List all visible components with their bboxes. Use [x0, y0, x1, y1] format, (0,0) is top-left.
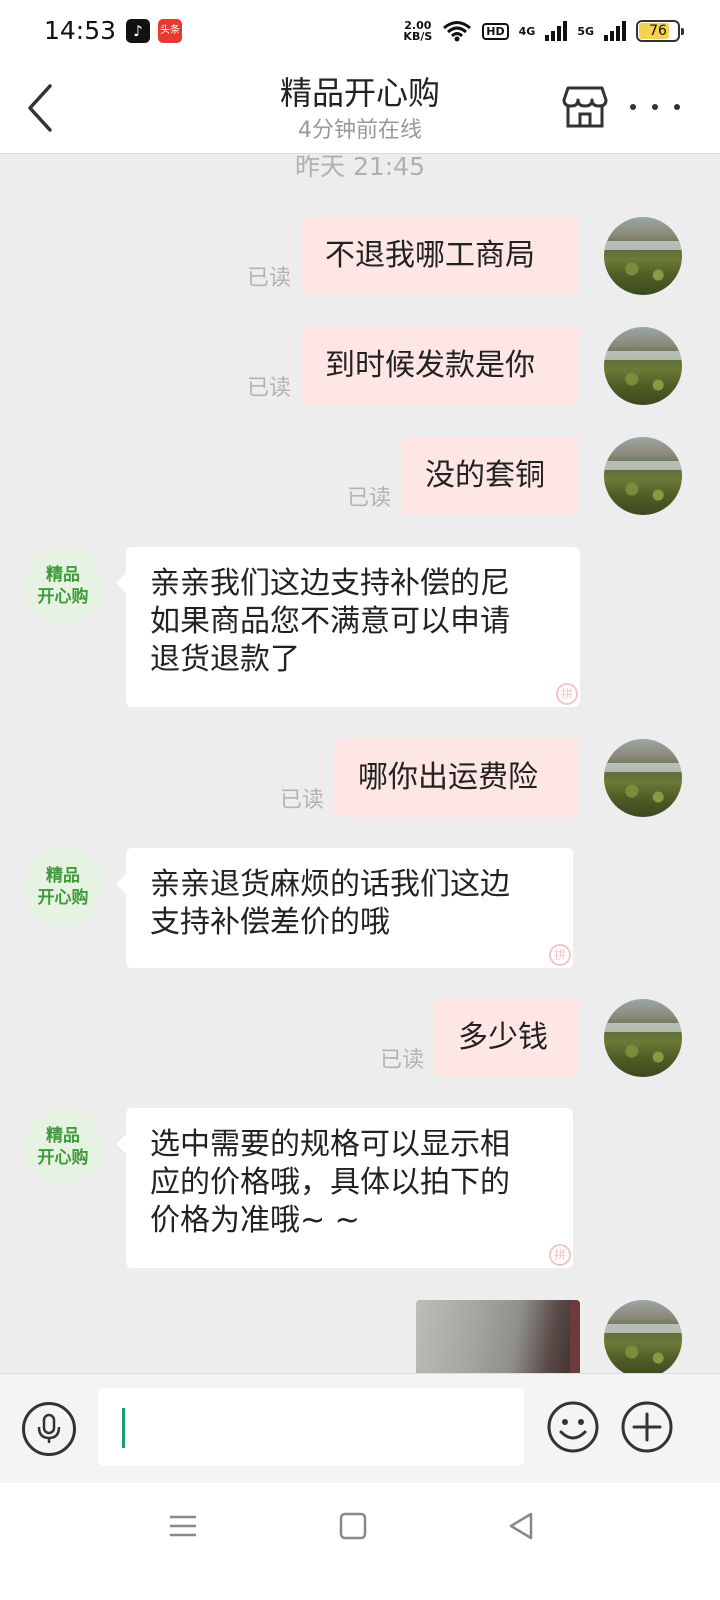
system-nav-bar	[0, 1483, 720, 1600]
shop-avatar-text: 精品	[46, 565, 80, 585]
my-avatar[interactable]	[604, 999, 682, 1077]
wifi-icon	[443, 21, 472, 42]
pinduoduo-mark-icon: 拼	[556, 683, 578, 705]
network-speed: 2.00 KB/S	[403, 20, 432, 42]
shop-avatar-text: 精品	[46, 866, 80, 886]
hd-badge: HD	[482, 22, 509, 40]
online-status: 4分钟前在线	[298, 118, 422, 143]
chat-title: 精品开心购	[279, 74, 440, 112]
my-message-bubble[interactable]: 哪你出运费险	[334, 739, 580, 817]
text-caret	[122, 1408, 125, 1448]
battery-level: 76	[649, 23, 667, 39]
net-5g-label: 5G	[577, 24, 594, 38]
my-message-bubble[interactable]: 到时候发款是你	[301, 327, 580, 405]
pinduoduo-mark-icon: 拼	[549, 1244, 571, 1266]
battery-icon: 76	[636, 20, 684, 42]
input-bar	[0, 1373, 720, 1483]
status-indicators: 2.00 KB/S HD 4G 5G 76	[403, 16, 684, 46]
nav-home-icon[interactable]	[336, 1509, 370, 1543]
message-timestamp: 昨天 21:45	[295, 155, 425, 181]
more-icon[interactable]	[626, 92, 684, 122]
read-receipt: 已读	[247, 266, 292, 291]
my-message-bubble[interactable]: 不退我哪工商局	[301, 217, 580, 295]
nav-menu-icon[interactable]	[166, 1509, 200, 1543]
shop-message-bubble[interactable]: 亲亲我们这边支持补偿的尼 如果商品您不满意可以申请 退货退款了 拼	[116, 547, 580, 707]
mic-icon[interactable]	[22, 1402, 76, 1456]
message-line: 应的价格哦，具体以拍下的	[150, 1165, 510, 1200]
toutiao-icon: 头条	[158, 19, 182, 43]
signal-4g-icon	[545, 21, 568, 41]
signal-5g-icon	[604, 21, 626, 41]
shop-message-bubble[interactable]: 亲亲退货麻烦的话我们这边 支持补偿差价的哦 拼	[116, 848, 573, 968]
chat-header: 精品开心购 4分钟前在线	[0, 62, 720, 154]
read-receipt: 已读	[380, 1048, 425, 1073]
shop-avatar-text: 精品	[46, 1126, 80, 1146]
my-message-bubble[interactable]: 没的套铜	[401, 437, 580, 515]
message-line: 选中需要的规格可以显示相	[150, 1127, 510, 1162]
shop-avatar[interactable]: 精品 开心购	[24, 547, 102, 625]
pinduoduo-mark-icon: 拼	[549, 944, 571, 966]
my-avatar[interactable]	[604, 437, 682, 515]
status-bar: 14:53 ♪ 头条 2.00 KB/S HD 4G 5G 76	[0, 0, 720, 62]
status-time: 14:53	[44, 16, 117, 45]
message-line: 亲亲退货麻烦的话我们这边	[150, 867, 510, 902]
shop-avatar[interactable]: 精品 开心购	[24, 848, 102, 926]
image-message[interactable]	[416, 1300, 580, 1373]
emoji-icon[interactable]	[546, 1400, 600, 1454]
plus-icon[interactable]	[620, 1400, 674, 1454]
my-avatar[interactable]	[604, 1300, 682, 1373]
message-line: 支持补偿差价的哦	[150, 905, 390, 940]
shop-avatar-text: 开心购	[37, 587, 89, 607]
network-speed-unit: KB/S	[403, 30, 433, 43]
read-receipt: 已读	[347, 486, 392, 511]
shop-avatar-text: 开心购	[37, 1148, 89, 1168]
message-line: 退货退款了	[150, 642, 300, 677]
message-line: 价格为准哦~ ~	[150, 1203, 360, 1238]
mic-glyph	[37, 1413, 61, 1443]
shop-message-bubble[interactable]: 选中需要的规格可以显示相 应的价格哦，具体以拍下的 价格为准哦~ ~ 拼	[116, 1108, 573, 1268]
chat-area[interactable]: 昨天 21:45 已读 不退我哪工商局 已读 到时候发款是你 已读 没的套铜 精…	[0, 155, 720, 1373]
message-line: 亲亲我们这边支持补偿的尼	[150, 566, 510, 601]
tiktok-icon: ♪	[126, 19, 150, 43]
shop-avatar[interactable]: 精品 开心购	[24, 1108, 102, 1186]
message-line: 如果商品您不满意可以申请	[150, 604, 510, 639]
store-icon[interactable]	[562, 84, 608, 130]
shop-avatar-text: 开心购	[37, 888, 89, 908]
net-4g-label: 4G	[518, 24, 536, 38]
my-avatar[interactable]	[604, 327, 682, 405]
nav-back-icon[interactable]	[504, 1509, 538, 1543]
message-input[interactable]	[98, 1388, 524, 1466]
my-avatar[interactable]	[604, 217, 682, 295]
my-avatar[interactable]	[604, 739, 682, 817]
read-receipt: 已读	[280, 788, 325, 813]
read-receipt: 已读	[247, 376, 292, 401]
my-message-bubble[interactable]: 多少钱	[434, 999, 580, 1077]
